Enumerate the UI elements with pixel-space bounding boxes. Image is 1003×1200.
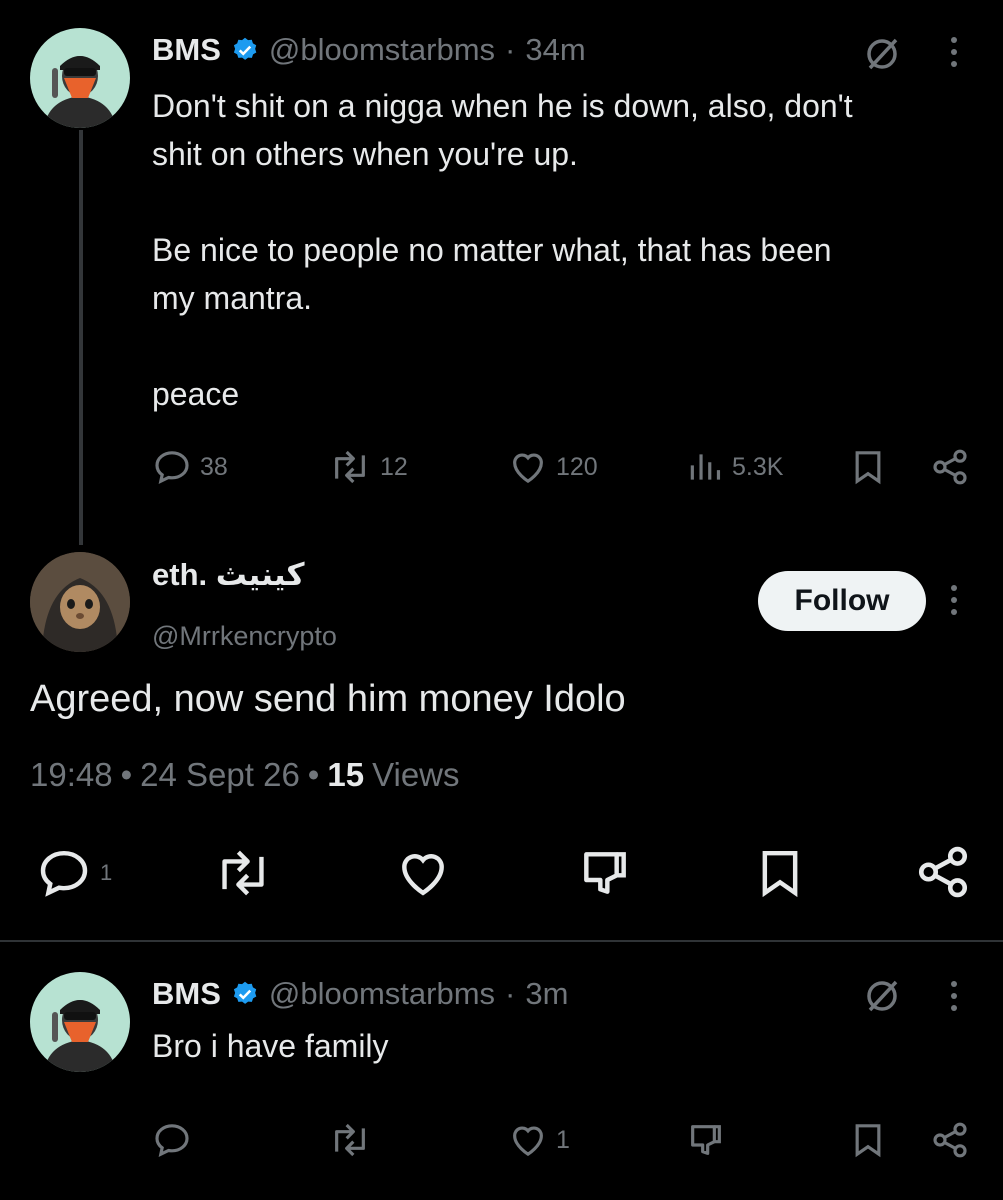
heart-icon[interactable] [395,845,451,901]
heart-icon [508,1120,548,1160]
tweet2-header: BMS @bloomstarbms · 3m [152,974,568,1014]
like-count: 120 [556,452,598,481]
tweet-meta: 19:48 • 24 Sept 26 • 15 Views [30,754,460,796]
separator-dot: • [307,756,320,793]
tweet1-header: BMS @bloomstarbms · 34m [152,30,586,70]
separator-dot: • [120,756,133,793]
bookmark-icon[interactable] [848,447,888,487]
reply-author-name-row: eth. كينيث [152,555,305,595]
tweet-text: Bro i have family [152,1028,389,1064]
share-icon[interactable] [914,843,972,901]
separator-dot: · [505,32,516,67]
grok-icon[interactable] [862,34,902,74]
tweet1-body: Don't shit on a nigga when he is down, a… [152,82,972,418]
reply-count: 38 [200,452,228,481]
bookmark-icon[interactable] [848,1120,888,1160]
tweet-time[interactable]: 3m [525,974,568,1014]
avatar-bms[interactable] [30,972,130,1072]
author-name[interactable]: BMS [152,974,221,1014]
divider [0,940,1003,942]
verified-badge-icon [231,980,259,1008]
reply-icon[interactable] [152,1120,192,1160]
tweet-text-line: peace [152,376,240,412]
views-action[interactable]: 5.3K [686,447,783,487]
author-handle[interactable]: @bloomstarbms [269,974,495,1014]
avatar-eth[interactable] [30,552,130,652]
heart-icon [508,447,548,487]
views-chart-icon [686,447,724,487]
retweet-count: 12 [380,452,408,481]
more-options-icon[interactable] [946,582,962,618]
tweet-date[interactable]: 24 Sept 26 [140,754,300,796]
thread-line [79,130,83,545]
dislike-icon[interactable] [577,845,633,901]
like-action[interactable]: 1 [508,1120,570,1160]
retweet-icon [328,447,372,487]
tweet-text-line: my mantra. [152,280,313,316]
share-icon[interactable] [930,1120,970,1160]
reply-count: 1 [100,860,113,885]
like-count: 1 [556,1125,570,1154]
tweet-text-line: Be nice to people no matter what, that h… [152,232,832,268]
author-name[interactable]: BMS [152,30,221,70]
tweet-text-line: Don't shit on a nigga when he is down, a… [152,88,853,124]
reply-icon [36,845,92,901]
reply-action[interactable]: 1 [36,845,112,901]
grok-icon[interactable] [862,976,902,1016]
more-options-icon[interactable] [946,978,962,1014]
tweet-text-line: shit on others when you're up. [152,136,578,172]
reply-text: Agreed, now send him money Idolo [30,678,626,720]
author-handle[interactable]: @bloomstarbms [269,30,495,70]
views-count: 15 [327,756,365,793]
views-count: 5.3K [732,452,784,481]
views-label: Views [372,756,460,793]
retweet-action[interactable]: 12 [328,447,408,487]
retweet-icon[interactable] [213,845,273,901]
like-action[interactable]: 120 [508,447,598,487]
separator-dot: · [505,976,516,1011]
reply-action[interactable]: 38 [152,447,228,487]
bookmark-icon[interactable] [752,845,808,901]
author-handle[interactable]: @Mrrkencrypto [152,618,337,654]
reply-icon [152,447,192,487]
retweet-icon[interactable] [328,1120,372,1160]
tweet-time[interactable]: 19:48 [30,754,113,796]
tweet-time[interactable]: 34m [525,30,585,70]
avatar-bms[interactable] [30,28,130,128]
dislike-icon[interactable] [686,1120,726,1160]
verified-badge-icon [231,36,259,64]
more-options-icon[interactable] [946,34,962,70]
follow-button[interactable]: Follow [758,571,926,631]
author-name[interactable]: eth. كينيث [152,557,305,592]
share-icon[interactable] [930,447,970,487]
